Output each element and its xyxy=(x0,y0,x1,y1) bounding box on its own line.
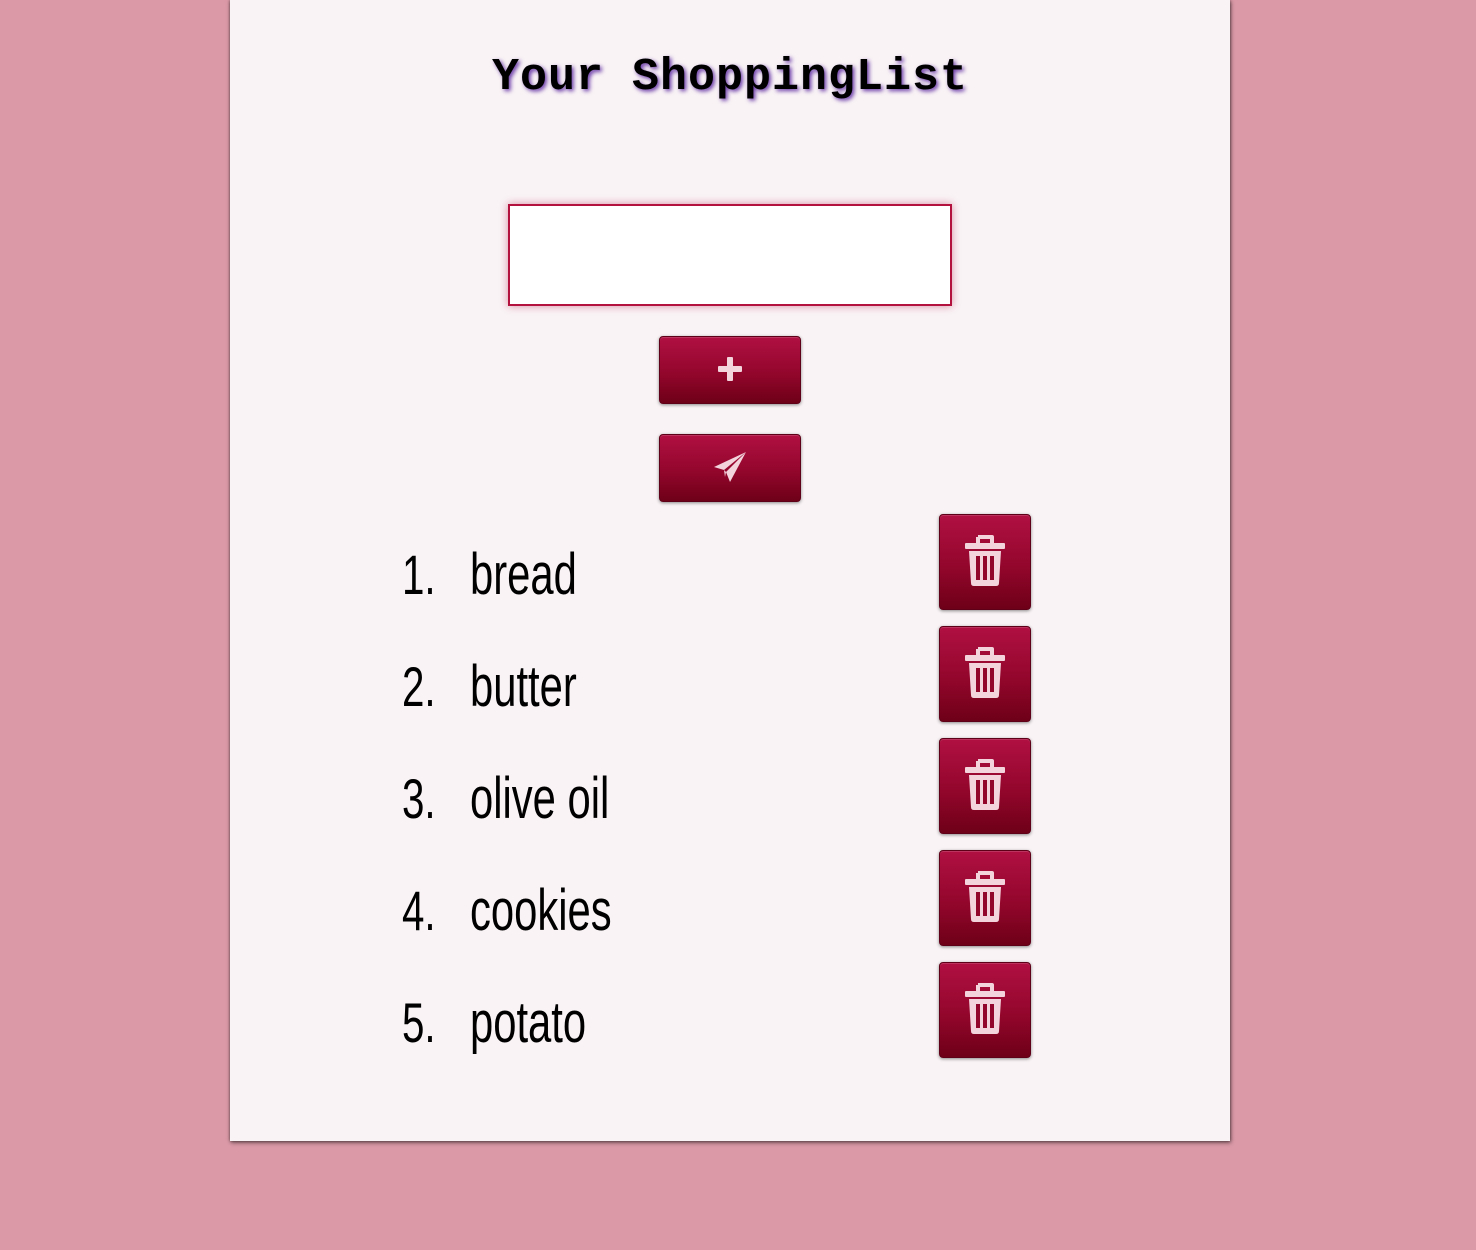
list-item-label: cookies xyxy=(470,878,612,943)
delete-item-button[interactable] xyxy=(939,514,1031,610)
delete-item-button[interactable] xyxy=(939,738,1031,834)
plus-icon xyxy=(716,355,744,386)
list-item-number: 2. xyxy=(402,655,436,718)
shopping-list: 1. bread 2. butter 3. olive oil 4. cookies 5. pot… xyxy=(230,512,1230,1072)
list-item: 3. olive oil xyxy=(230,736,1230,848)
trash-icon xyxy=(962,534,1008,591)
paper-plane-icon xyxy=(712,450,748,487)
item-input[interactable] xyxy=(508,204,952,306)
list-item: 5. potato xyxy=(230,960,1230,1072)
list-item-number: 3. xyxy=(402,767,436,830)
list-item-label: butter xyxy=(470,654,577,719)
delete-item-button[interactable] xyxy=(939,962,1031,1058)
trash-icon xyxy=(962,870,1008,927)
send-list-button[interactable] xyxy=(659,434,801,502)
delete-item-button[interactable] xyxy=(939,626,1031,722)
delete-item-button[interactable] xyxy=(939,850,1031,946)
list-item-number: 4. xyxy=(402,879,436,942)
list-item-label: bread xyxy=(470,542,577,607)
list-item-number: 5. xyxy=(402,991,436,1054)
list-item-label: olive oil xyxy=(470,766,610,831)
trash-icon xyxy=(962,982,1008,1039)
shopping-list-card: Your ShoppingList 1. bread 2. butter 3. olive… xyxy=(230,0,1230,1141)
list-item: 1. bread xyxy=(230,512,1230,624)
list-item: 4. cookies xyxy=(230,848,1230,960)
page-title: Your ShoppingList xyxy=(491,52,969,103)
trash-icon xyxy=(962,758,1008,815)
list-item-number: 1. xyxy=(402,543,436,606)
list-item: 2. butter xyxy=(230,624,1230,736)
trash-icon xyxy=(962,646,1008,703)
add-item-button[interactable] xyxy=(659,336,801,404)
list-item-label: potato xyxy=(470,990,587,1055)
